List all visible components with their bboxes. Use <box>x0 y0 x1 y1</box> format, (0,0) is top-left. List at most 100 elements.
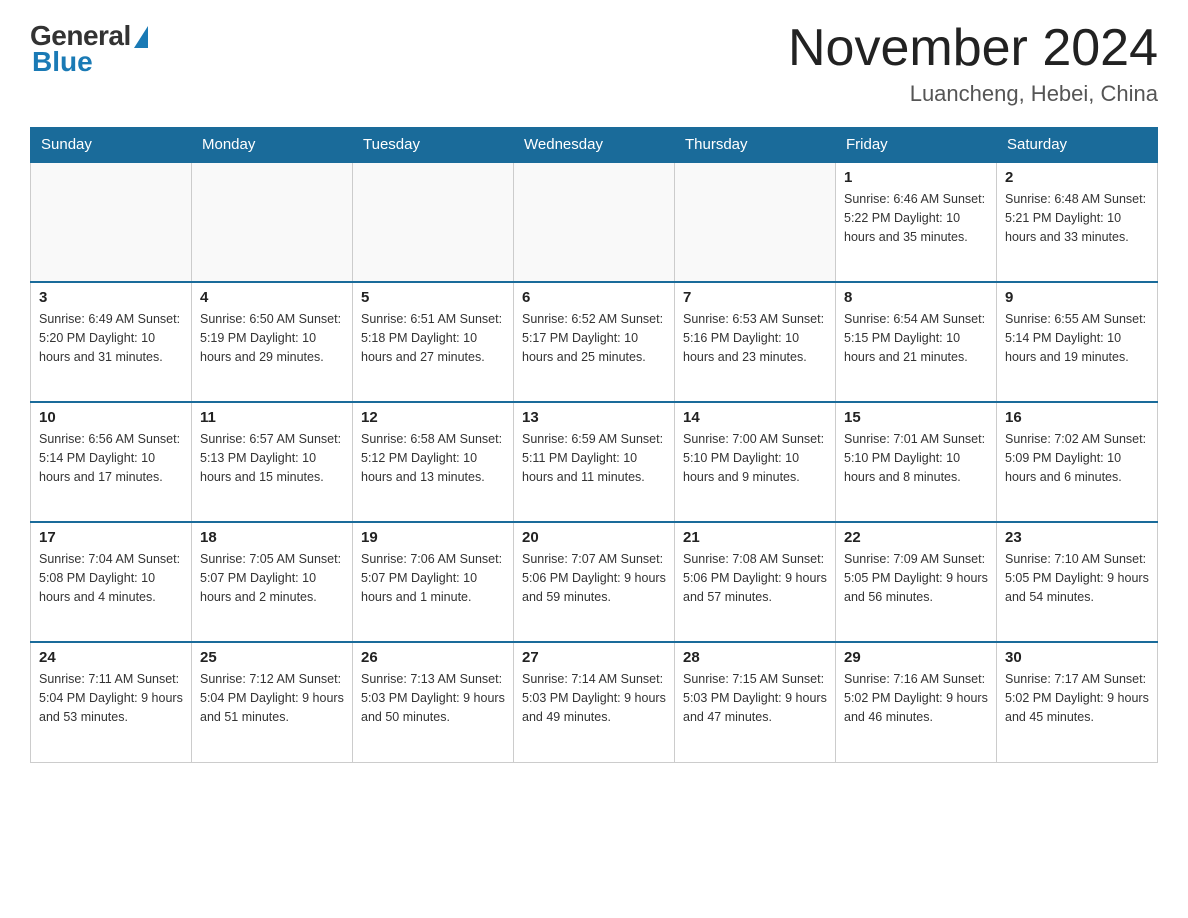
day-info: Sunrise: 6:59 AM Sunset: 5:11 PM Dayligh… <box>522 430 666 486</box>
calendar-cell: 23 Sunrise: 7:10 AM Sunset: 5:05 PM Dayli… <box>997 522 1158 642</box>
title-block: November 2024 Luancheng, Hebei, China <box>788 20 1158 107</box>
day-number: 27 <box>522 649 666 666</box>
calendar-cell: 29Sunrise: 7:16 AM Sunset: 5:02 PM Dayli… <box>836 642 997 762</box>
calendar-cell: 14 Sunrise: 7:00 AM Sunset: 5:10 PM Dayli… <box>675 402 836 522</box>
calendar-cell: 21Sunrise: 7:08 AM Sunset: 5:06 PM Dayli… <box>675 522 836 642</box>
day-number: 19 <box>361 529 505 546</box>
calendar-cell <box>192 162 353 282</box>
calendar-cell: 10 Sunrise: 6:56 AM Sunset: 5:14 PM Dayli… <box>31 402 192 522</box>
day-info: Sunrise: 7:01 AM Sunset: 5:10 PM Dayligh… <box>844 430 988 486</box>
calendar-table: SundayMondayTuesdayWednesdayThursdayFrid… <box>30 127 1158 763</box>
calendar-cell: 22 Sunrise: 7:09 AM Sunset: 5:05 PM Dayli… <box>836 522 997 642</box>
day-info: Sunrise: 7:08 AM Sunset: 5:06 PM Dayligh… <box>683 550 827 606</box>
day-info: Sunrise: 6:48 AM Sunset: 5:21 PM Dayligh… <box>1005 190 1149 246</box>
day-info: Sunrise: 7:07 AM Sunset: 5:06 PM Dayligh… <box>522 550 666 606</box>
calendar-cell: 27 Sunrise: 7:14 AM Sunset: 5:03 PM Dayli… <box>514 642 675 762</box>
day-number: 25 <box>200 649 344 666</box>
calendar-cell: 16Sunrise: 7:02 AM Sunset: 5:09 PM Dayli… <box>997 402 1158 522</box>
weekday-header-wednesday: Wednesday <box>514 128 675 163</box>
day-number: 1 <box>844 169 988 186</box>
day-number: 9 <box>1005 289 1149 306</box>
weekday-header-friday: Friday <box>836 128 997 163</box>
day-info: Sunrise: 7:16 AM Sunset: 5:02 PM Dayligh… <box>844 670 988 726</box>
month-title: November 2024 <box>788 20 1158 77</box>
day-number: 4 <box>200 289 344 306</box>
day-number: 24 <box>39 649 183 666</box>
week-row-2: 3Sunrise: 6:49 AM Sunset: 5:20 PM Daylig… <box>31 282 1158 402</box>
day-info: Sunrise: 6:54 AM Sunset: 5:15 PM Dayligh… <box>844 310 988 366</box>
day-info: Sunrise: 7:12 AM Sunset: 5:04 PM Dayligh… <box>200 670 344 726</box>
day-info: Sunrise: 6:57 AM Sunset: 5:13 PM Dayligh… <box>200 430 344 486</box>
calendar-cell <box>675 162 836 282</box>
day-number: 7 <box>683 289 827 306</box>
day-info: Sunrise: 6:52 AM Sunset: 5:17 PM Dayligh… <box>522 310 666 366</box>
calendar-cell: 13 Sunrise: 6:59 AM Sunset: 5:11 PM Dayli… <box>514 402 675 522</box>
day-info: Sunrise: 6:55 AM Sunset: 5:14 PM Dayligh… <box>1005 310 1149 366</box>
day-info: Sunrise: 7:09 AM Sunset: 5:05 PM Dayligh… <box>844 550 988 606</box>
day-number: 16 <box>1005 409 1149 426</box>
day-number: 13 <box>522 409 666 426</box>
day-info: Sunrise: 6:56 AM Sunset: 5:14 PM Dayligh… <box>39 430 183 486</box>
calendar-cell: 18 Sunrise: 7:05 AM Sunset: 5:07 PM Dayli… <box>192 522 353 642</box>
day-number: 14 <box>683 409 827 426</box>
weekday-header-thursday: Thursday <box>675 128 836 163</box>
day-number: 12 <box>361 409 505 426</box>
calendar-cell: 2 Sunrise: 6:48 AM Sunset: 5:21 PM Daylig… <box>997 162 1158 282</box>
logo-triangle-icon <box>134 26 148 48</box>
page-header: General Blue November 2024 Luancheng, He… <box>30 20 1158 107</box>
calendar-cell: 25 Sunrise: 7:12 AM Sunset: 5:04 PM Dayli… <box>192 642 353 762</box>
day-info: Sunrise: 7:11 AM Sunset: 5:04 PM Dayligh… <box>39 670 183 726</box>
weekday-header-tuesday: Tuesday <box>353 128 514 163</box>
calendar-cell: 24 Sunrise: 7:11 AM Sunset: 5:04 PM Dayli… <box>31 642 192 762</box>
day-info: Sunrise: 7:04 AM Sunset: 5:08 PM Dayligh… <box>39 550 183 606</box>
day-info: Sunrise: 7:05 AM Sunset: 5:07 PM Dayligh… <box>200 550 344 606</box>
calendar-cell: 26 Sunrise: 7:13 AM Sunset: 5:03 PM Dayli… <box>353 642 514 762</box>
location-text: Luancheng, Hebei, China <box>788 81 1158 107</box>
day-info: Sunrise: 7:10 AM Sunset: 5:05 PM Dayligh… <box>1005 550 1149 606</box>
day-number: 11 <box>200 409 344 426</box>
calendar-cell: 8 Sunrise: 6:54 AM Sunset: 5:15 PM Daylig… <box>836 282 997 402</box>
calendar-cell: 15 Sunrise: 7:01 AM Sunset: 5:10 PM Dayli… <box>836 402 997 522</box>
weekday-header-row: SundayMondayTuesdayWednesdayThursdayFrid… <box>31 128 1158 163</box>
day-number: 8 <box>844 289 988 306</box>
logo: General Blue <box>30 20 148 78</box>
calendar-cell: 17Sunrise: 7:04 AM Sunset: 5:08 PM Dayli… <box>31 522 192 642</box>
calendar-cell: 30 Sunrise: 7:17 AM Sunset: 5:02 PM Dayli… <box>997 642 1158 762</box>
weekday-header-monday: Monday <box>192 128 353 163</box>
day-info: Sunrise: 7:00 AM Sunset: 5:10 PM Dayligh… <box>683 430 827 486</box>
calendar-cell: 5 Sunrise: 6:51 AM Sunset: 5:18 PM Daylig… <box>353 282 514 402</box>
calendar-cell: 11 Sunrise: 6:57 AM Sunset: 5:13 PM Dayli… <box>192 402 353 522</box>
week-row-3: 10 Sunrise: 6:56 AM Sunset: 5:14 PM Dayli… <box>31 402 1158 522</box>
calendar-cell: 9 Sunrise: 6:55 AM Sunset: 5:14 PM Daylig… <box>997 282 1158 402</box>
day-number: 18 <box>200 529 344 546</box>
day-number: 30 <box>1005 649 1149 666</box>
day-number: 20 <box>522 529 666 546</box>
day-info: Sunrise: 7:13 AM Sunset: 5:03 PM Dayligh… <box>361 670 505 726</box>
day-number: 15 <box>844 409 988 426</box>
week-row-4: 17Sunrise: 7:04 AM Sunset: 5:08 PM Dayli… <box>31 522 1158 642</box>
calendar-cell <box>514 162 675 282</box>
day-number: 22 <box>844 529 988 546</box>
calendar-cell <box>353 162 514 282</box>
day-number: 23 <box>1005 529 1149 546</box>
day-number: 26 <box>361 649 505 666</box>
day-info: Sunrise: 7:14 AM Sunset: 5:03 PM Dayligh… <box>522 670 666 726</box>
calendar-cell: 20 Sunrise: 7:07 AM Sunset: 5:06 PM Dayli… <box>514 522 675 642</box>
day-info: Sunrise: 6:53 AM Sunset: 5:16 PM Dayligh… <box>683 310 827 366</box>
day-info: Sunrise: 7:17 AM Sunset: 5:02 PM Dayligh… <box>1005 670 1149 726</box>
day-info: Sunrise: 6:46 AM Sunset: 5:22 PM Dayligh… <box>844 190 988 246</box>
day-number: 6 <box>522 289 666 306</box>
calendar-cell: 1 Sunrise: 6:46 AM Sunset: 5:22 PM Daylig… <box>836 162 997 282</box>
logo-blue-text: Blue <box>32 46 93 78</box>
calendar-cell: 19 Sunrise: 7:06 AM Sunset: 5:07 PM Dayli… <box>353 522 514 642</box>
week-row-1: 1 Sunrise: 6:46 AM Sunset: 5:22 PM Daylig… <box>31 162 1158 282</box>
day-info: Sunrise: 6:51 AM Sunset: 5:18 PM Dayligh… <box>361 310 505 366</box>
calendar-cell: 3Sunrise: 6:49 AM Sunset: 5:20 PM Daylig… <box>31 282 192 402</box>
day-number: 5 <box>361 289 505 306</box>
day-number: 10 <box>39 409 183 426</box>
calendar-cell: 28Sunrise: 7:15 AM Sunset: 5:03 PM Dayli… <box>675 642 836 762</box>
day-number: 2 <box>1005 169 1149 186</box>
weekday-header-saturday: Saturday <box>997 128 1158 163</box>
day-info: Sunrise: 7:06 AM Sunset: 5:07 PM Dayligh… <box>361 550 505 606</box>
day-info: Sunrise: 6:58 AM Sunset: 5:12 PM Dayligh… <box>361 430 505 486</box>
